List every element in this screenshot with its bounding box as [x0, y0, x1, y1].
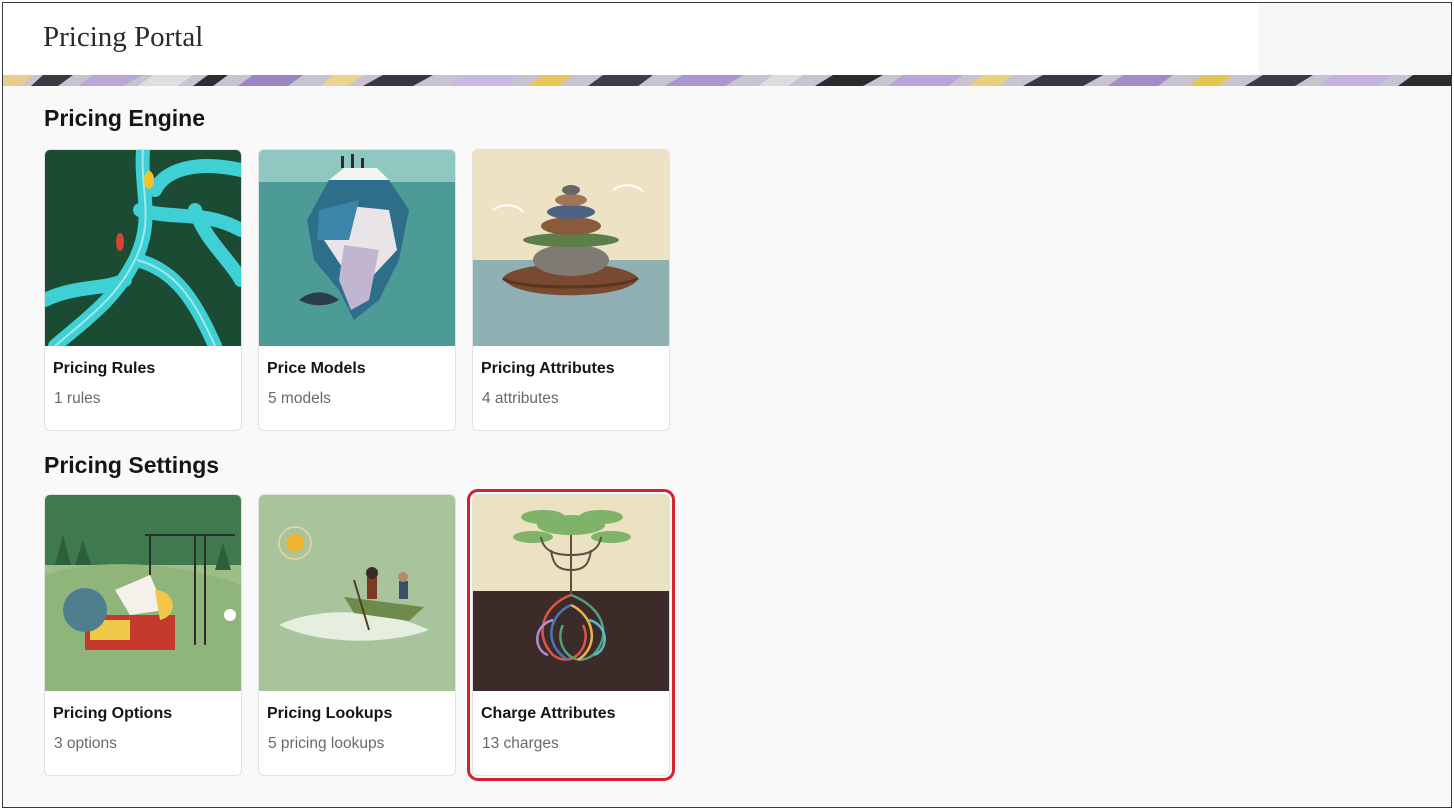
card-count: 5 pricing lookups — [268, 735, 385, 752]
card-count: 5 models — [268, 390, 331, 407]
card-count: 1 rules — [54, 390, 101, 407]
page-title: Pricing Portal — [43, 21, 204, 53]
river-branches-illustration — [45, 150, 241, 346]
card-title: Pricing Rules — [53, 360, 156, 377]
card-pricing-attributes[interactable]: Pricing Attributes 4 attributes — [472, 149, 670, 431]
card-title: Charge Attributes — [481, 705, 616, 722]
section-title-pricing-engine: Pricing Engine — [44, 105, 206, 131]
card-count: 4 attributes — [482, 390, 559, 407]
decorative-banner — [3, 75, 1451, 86]
card-title: Pricing Lookups — [267, 705, 393, 722]
pricing-portal-window: Pricing Portal Pricing Engine Pricing Ru… — [2, 2, 1452, 808]
app-header: Pricing Portal — [3, 3, 1451, 76]
card-pricing-lookups[interactable]: Pricing Lookups 5 pricing lookups — [258, 494, 456, 776]
card-charge-attributes[interactable]: Charge Attributes 13 charges — [467, 489, 675, 781]
crane-blocks-illustration — [45, 495, 241, 691]
card-count: 13 charges — [482, 735, 559, 752]
iceberg-illustration — [259, 150, 455, 346]
card-count: 3 options — [54, 735, 117, 752]
header-toolbar-area — [1259, 3, 1451, 76]
card-title: Price Models — [267, 360, 366, 377]
canoe-illustration — [259, 495, 455, 691]
card-pricing-rules[interactable]: Pricing Rules 1 rules — [44, 149, 242, 431]
stacked-stones-illustration — [473, 150, 669, 346]
section-title-pricing-settings: Pricing Settings — [44, 452, 220, 478]
card-pricing-options[interactable]: Pricing Options 3 options — [44, 494, 242, 776]
card-title: Pricing Options — [53, 705, 173, 722]
card-price-models[interactable]: Price Models 5 models — [258, 149, 456, 431]
tree-roots-illustration — [473, 495, 669, 691]
card-title: Pricing Attributes — [481, 360, 615, 377]
